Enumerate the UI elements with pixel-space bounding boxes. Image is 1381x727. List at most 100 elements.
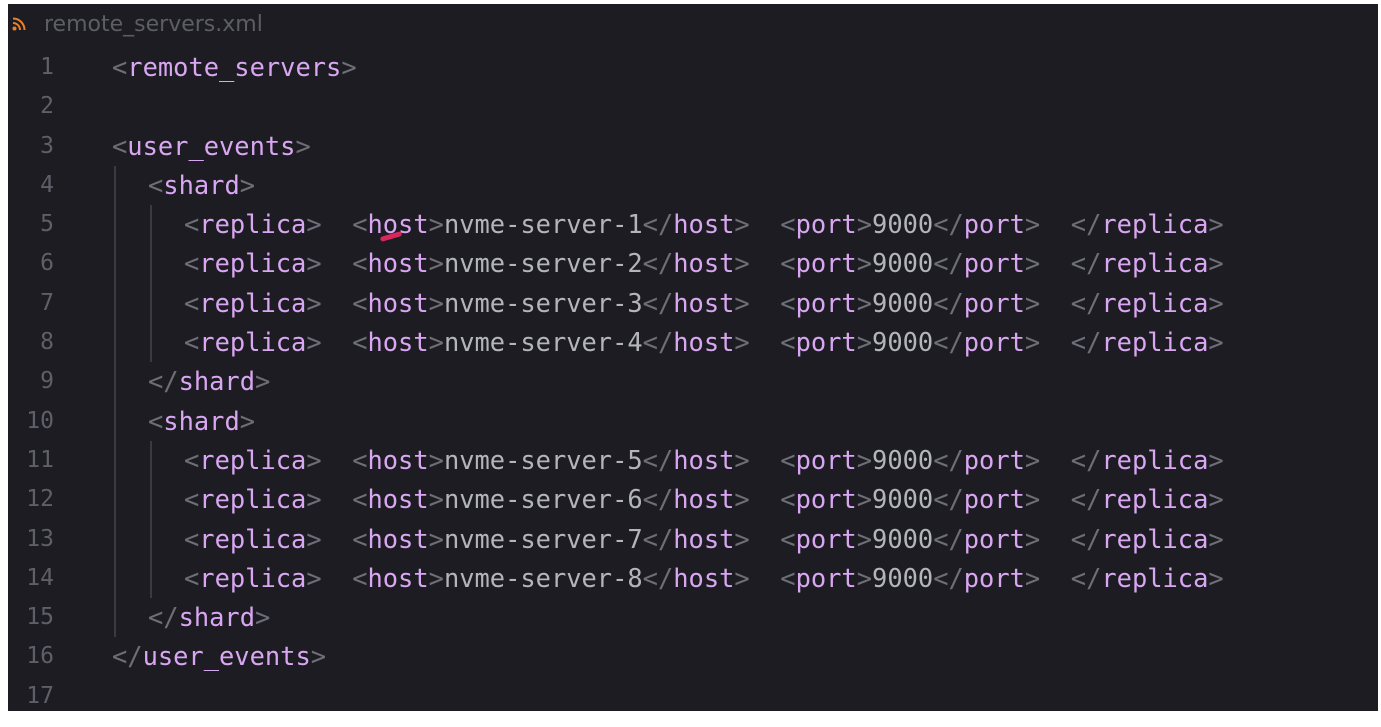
code-line[interactable]: 14 <replica> <host>nvme-server-8</host> <… <box>8 559 1378 598</box>
xml-text <box>322 563 353 593</box>
xml-text: nvme-server-2 <box>443 248 643 279</box>
xml-bracket: < <box>352 248 368 279</box>
xml-tag-name: port <box>963 562 1025 593</box>
xml-text <box>750 248 781 278</box>
xml-tag-name: port <box>963 523 1025 554</box>
line-number: 14 <box>26 564 54 591</box>
xml-tag-name: replica <box>1101 444 1209 475</box>
code-editor[interactable]: remote_servers.xml 1 <remote_servers> 2 3 <u… <box>8 4 1378 711</box>
xml-tag-name: replica <box>1101 248 1209 279</box>
xml-text <box>750 288 781 318</box>
code-line[interactable]: 11 <replica> <host>nvme-server-5</host> <… <box>8 441 1378 480</box>
xml-bracket: > <box>1208 209 1224 240</box>
xml-tag-name: user_events <box>142 641 311 672</box>
xml-tag-name: replica <box>199 209 307 240</box>
xml-bracket: < <box>352 444 368 475</box>
code-line[interactable]: 17 <box>8 677 1378 711</box>
code-line[interactable]: 7 <replica> <host>nvme-server-3</host> <p… <box>8 284 1378 323</box>
code-line[interactable]: 4 <shard> <box>8 166 1378 205</box>
code-line[interactable]: 5 <replica> <host>nvme-server-1</host> <p… <box>8 205 1378 244</box>
xml-bracket: < <box>780 523 796 554</box>
code-line[interactable]: 2 <box>8 87 1378 126</box>
xml-bracket: </ <box>933 562 964 593</box>
xml-text <box>322 327 353 357</box>
xml-tag-name: shard <box>178 602 256 633</box>
xml-tag-name: replica <box>199 562 307 593</box>
xml-text <box>1040 563 1071 593</box>
line-content: <replica> <host>nvme-server-6</host> <po… <box>184 480 1224 519</box>
xml-bracket: > <box>734 248 750 279</box>
xml-bracket: > <box>341 52 357 82</box>
code-line[interactable]: 9 </shard> <box>8 362 1378 401</box>
xml-tag-name: replica <box>199 523 307 554</box>
xml-bracket: > <box>856 523 873 554</box>
xml-tag-name: port <box>963 444 1025 475</box>
xml-tag-name: host <box>673 562 735 593</box>
xml-text: 9000 <box>872 562 934 593</box>
code-line[interactable]: 8 <replica> <host>nvme-server-4</host> <p… <box>8 323 1378 362</box>
xml-tag-name: user_events <box>127 130 296 161</box>
xml-bracket: < <box>780 484 796 515</box>
xml-tag-name: port <box>963 209 1025 240</box>
xml-text <box>750 484 781 514</box>
xml-bracket: </ <box>933 209 964 240</box>
xml-text <box>322 288 353 318</box>
code-line[interactable]: 1 <remote_servers> <box>8 48 1378 87</box>
xml-bracket: > <box>428 327 444 358</box>
line-number: 7 <box>40 289 54 316</box>
xml-tag-name: replica <box>199 287 307 318</box>
xml-tag-name: port <box>795 287 857 318</box>
xml-tag-name: host <box>673 248 735 279</box>
xml-bracket: > <box>428 523 444 554</box>
xml-bracket: < <box>780 209 796 240</box>
xml-bracket: </ <box>933 444 964 475</box>
xml-text <box>322 248 353 278</box>
xml-bracket: > <box>1208 287 1224 318</box>
line-content: <replica> <host>nvme-server-5</host> <po… <box>184 441 1224 480</box>
line-number: 16 <box>26 643 54 670</box>
xml-tag-name: remote_servers <box>127 52 342 82</box>
line-number: 2 <box>40 93 54 120</box>
xml-bracket: </ <box>1070 562 1102 593</box>
xml-bracket: > <box>306 523 322 554</box>
xml-bracket: > <box>306 444 322 475</box>
code-line[interactable]: 13 <replica> <host>nvme-server-7</host> <… <box>8 520 1378 559</box>
line-number: 4 <box>40 171 54 198</box>
xml-bracket: < <box>352 523 368 554</box>
xml-bracket: > <box>428 484 444 515</box>
file-tab[interactable]: remote_servers.xml <box>8 4 1378 44</box>
xml-bracket: > <box>734 287 750 318</box>
line-number: 17 <box>26 682 54 709</box>
xml-tag-name: host <box>673 523 735 554</box>
code-line[interactable]: 3 <user_events> <box>8 127 1378 166</box>
xml-bracket: < <box>184 444 200 475</box>
xml-bracket: </ <box>642 562 674 593</box>
code-area[interactable]: 1 <remote_servers> 2 3 <user_events> 4 <shard>… <box>8 48 1378 711</box>
line-content: <replica> <host>nvme-server-3</host> <po… <box>184 284 1224 323</box>
xml-tag-name: host <box>673 209 735 240</box>
code-line[interactable]: 15 </shard> <box>8 598 1378 637</box>
xml-bracket: < <box>780 444 796 475</box>
line-number: 15 <box>26 604 54 631</box>
xml-text: nvme-server-6 <box>443 484 643 515</box>
xml-bracket: </ <box>642 484 674 515</box>
xml-tag-name: replica <box>1101 327 1209 358</box>
xml-bracket: > <box>306 484 322 515</box>
code-line[interactable]: 16 </user_events> <box>8 637 1378 676</box>
xml-bracket: > <box>1024 484 1041 515</box>
xml-bracket: > <box>1208 327 1224 358</box>
xml-bracket: > <box>1024 523 1041 554</box>
xml-bracket: > <box>856 287 873 318</box>
xml-bracket: </ <box>933 327 964 358</box>
xml-tag-name: replica <box>1101 287 1209 318</box>
xml-bracket: > <box>1208 484 1224 515</box>
code-line[interactable]: 10 <shard> <box>8 402 1378 441</box>
code-line[interactable]: 12 <replica> <host>nvme-server-6</host> <… <box>8 480 1378 519</box>
line-content: <shard> <box>148 402 255 441</box>
code-line[interactable]: 6 <replica> <host>nvme-server-2</host> <p… <box>8 244 1378 283</box>
xml-bracket: > <box>734 209 750 240</box>
xml-bracket: > <box>255 602 271 633</box>
xml-tag-name: port <box>795 209 857 240</box>
xml-text: 9000 <box>872 523 934 554</box>
xml-bracket: < <box>780 562 796 593</box>
